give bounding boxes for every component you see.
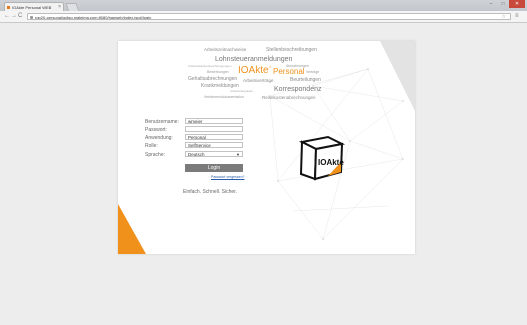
- application-input[interactable]: Personal: [185, 134, 243, 140]
- cloud-word: Beurteilungen: [290, 77, 321, 83]
- back-button[interactable]: ←: [4, 11, 10, 22]
- role-label: Rolle:: [145, 143, 158, 149]
- login-button[interactable]: Login: [185, 164, 243, 172]
- forgot-password-link[interactable]: Passwort vergessen?: [211, 175, 244, 179]
- tab-close-button[interactable]: ×: [58, 3, 61, 11]
- forward-button[interactable]: →: [11, 11, 17, 22]
- menu-icon[interactable]: ≡: [515, 11, 519, 22]
- username-label: Benutzername:: [145, 119, 179, 125]
- browser-tab[interactable]: IOAkte Personal WEB ×: [4, 2, 64, 11]
- address-bar[interactable]: rqp20-personal/qdisq.maleima.com:8080/hq…: [27, 13, 511, 20]
- cloud-word: Lohnsteueranmeldungen: [215, 56, 293, 63]
- cloud-word: Gehaltsabrechnungen: [188, 76, 238, 82]
- cloud-word: Reisekostenabrechnungen: [262, 95, 316, 100]
- cloud-word: Arbeitsverträge: [243, 78, 274, 83]
- window-close-button[interactable]: ✕: [509, 0, 525, 8]
- cloud-word: Arbeitszeitnachweise: [204, 47, 247, 52]
- language-value: Deutsch: [188, 152, 205, 157]
- url-text: rqp20-personal/qdisq.maleima.com:8080/hq…: [35, 15, 152, 20]
- browser-titlebar: IOAkte Personal WEB × – □ ✕: [0, 0, 527, 12]
- cloud-word: Verfahrensdokumentation: [204, 95, 244, 99]
- cloud-word: Bewerbungen: [207, 70, 229, 74]
- ioakte-logo-icon: IOAkte: [298, 135, 346, 181]
- login-panel: Arbeitszeitnachweise Stellenbeschreibung…: [118, 41, 415, 254]
- cloud-registered-mark: ®: [269, 65, 272, 69]
- language-select[interactable]: Deutsch ▼: [185, 151, 243, 157]
- browser-toolbar: ← → C rqp20-personal/qdisq.maleima.com:8…: [0, 11, 527, 23]
- cloud-word: Korrespondenz: [274, 86, 322, 93]
- username-input[interactable]: wmeier: [185, 118, 243, 124]
- slogan: Einfach. Schnell. Sicher.: [183, 189, 237, 195]
- reload-button[interactable]: C: [18, 11, 22, 22]
- favicon-icon: [7, 6, 10, 9]
- cloud-word: Verträge: [306, 70, 320, 74]
- application-label: Anwendung:: [145, 135, 173, 141]
- password-label: Passwort:: [145, 127, 167, 133]
- role-input[interactable]: SelfService: [185, 142, 243, 148]
- cloud-logo-ioakte: IOAkte: [238, 65, 269, 76]
- language-label: Sprache:: [145, 152, 166, 158]
- cloud-word: Arbeitszeugnisse: [230, 89, 253, 93]
- window-minimize-button[interactable]: –: [485, 0, 497, 8]
- cloud-logo-personal: Personal: [273, 67, 305, 76]
- cloud-word: Krankenkassenbescheinigungen: [188, 64, 232, 68]
- tab-title: IOAkte Personal WEB: [12, 5, 52, 10]
- logo-text: IOAkte: [318, 158, 344, 167]
- star-icon[interactable]: ☆: [502, 14, 506, 19]
- lock-icon: [30, 16, 33, 19]
- window-maximize-button[interactable]: □: [497, 0, 509, 8]
- password-input[interactable]: [185, 126, 243, 132]
- cloud-word: Stellenbeschreibungen: [266, 47, 317, 53]
- chevron-down-icon: ▼: [236, 152, 240, 157]
